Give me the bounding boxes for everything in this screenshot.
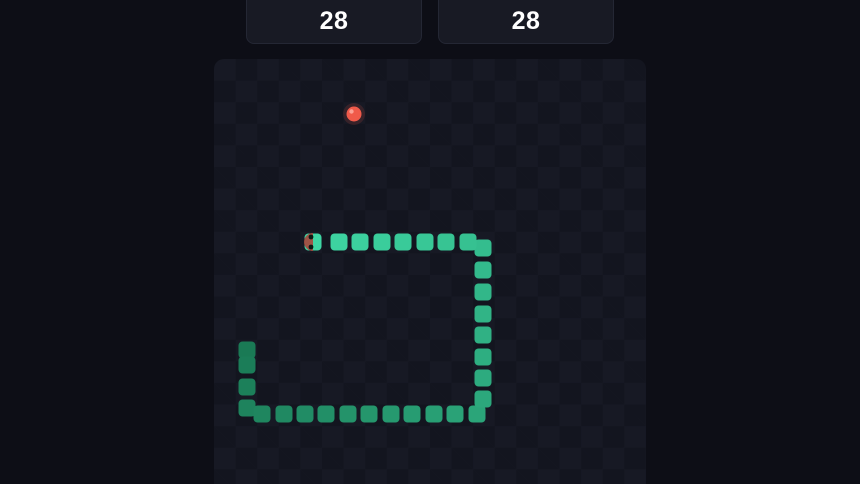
score-card-best: 28 [438, 0, 614, 44]
snake-segment [360, 405, 378, 423]
snake-segment [382, 405, 400, 423]
snake-segment [437, 233, 455, 251]
snake-segment [416, 233, 434, 251]
snake-segment [373, 233, 391, 251]
snake-segment [296, 405, 314, 423]
snake-segment [403, 405, 421, 423]
snake-segment [425, 405, 443, 423]
snake-segment [253, 405, 271, 423]
current-score-value: 28 [319, 6, 349, 35]
snake-segment [238, 341, 256, 359]
snake-segment [474, 283, 492, 301]
board-canvas [238, 103, 492, 423]
snake-segment [394, 233, 412, 251]
best-score-value: 28 [511, 6, 541, 35]
snake-segment [317, 405, 335, 423]
snake-eye [308, 234, 314, 240]
snake-segment [474, 369, 492, 387]
snake-segment [474, 261, 492, 279]
snake-segment [446, 405, 464, 423]
snake-segment [339, 405, 357, 423]
game-stage: 28 28 [0, 0, 860, 484]
snake-segment [468, 405, 486, 423]
snake-eye [308, 244, 314, 250]
snake-segment [238, 378, 256, 396]
snake-segment [474, 326, 492, 344]
score-card-current: 28 [246, 0, 422, 44]
snake-segment [459, 233, 477, 251]
snake-segment [474, 239, 492, 257]
snake-segment [238, 399, 256, 417]
game-board[interactable] [214, 59, 646, 484]
snake-segment [474, 348, 492, 366]
food-apple [346, 106, 362, 122]
snake-segment [275, 405, 293, 423]
food-shine [349, 109, 354, 114]
snake-segment [351, 233, 369, 251]
snake-segment [474, 305, 492, 323]
snake-segment [238, 356, 256, 374]
snake-segment [330, 233, 348, 251]
snake-segment [474, 390, 492, 408]
